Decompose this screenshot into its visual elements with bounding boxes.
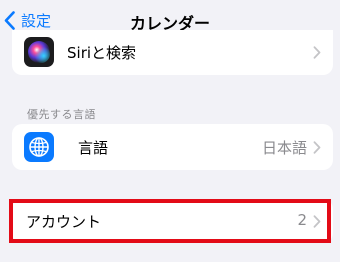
chevron-right-icon [313,215,321,228]
language-value: 日本語 [261,139,307,157]
language-row[interactable]: 言語 日本語 [12,124,333,170]
accounts-card: アカウント 2 [12,199,333,243]
globe-icon [24,132,54,162]
chevron-right-icon [313,46,321,59]
accounts-row[interactable]: アカウント 2 [12,199,333,243]
siri-search-label: Siriと検索 [67,44,137,62]
language-card: 言語 日本語 [12,124,333,170]
siri-search-row[interactable]: Siriと検索 [12,30,333,75]
siri-card: Siriと検索 [12,30,333,75]
calendar-settings-screen: 設定 カレンダー Siriと検索 優先する言語 言語 日本語 アカウント 2 [0,0,340,262]
chevron-right-icon [313,141,321,154]
language-label: 言語 [78,139,109,157]
accounts-count: 2 [297,211,307,229]
siri-icon [24,37,54,67]
accounts-label: アカウント [26,213,102,231]
preferred-language-header: 優先する言語 [27,108,96,121]
